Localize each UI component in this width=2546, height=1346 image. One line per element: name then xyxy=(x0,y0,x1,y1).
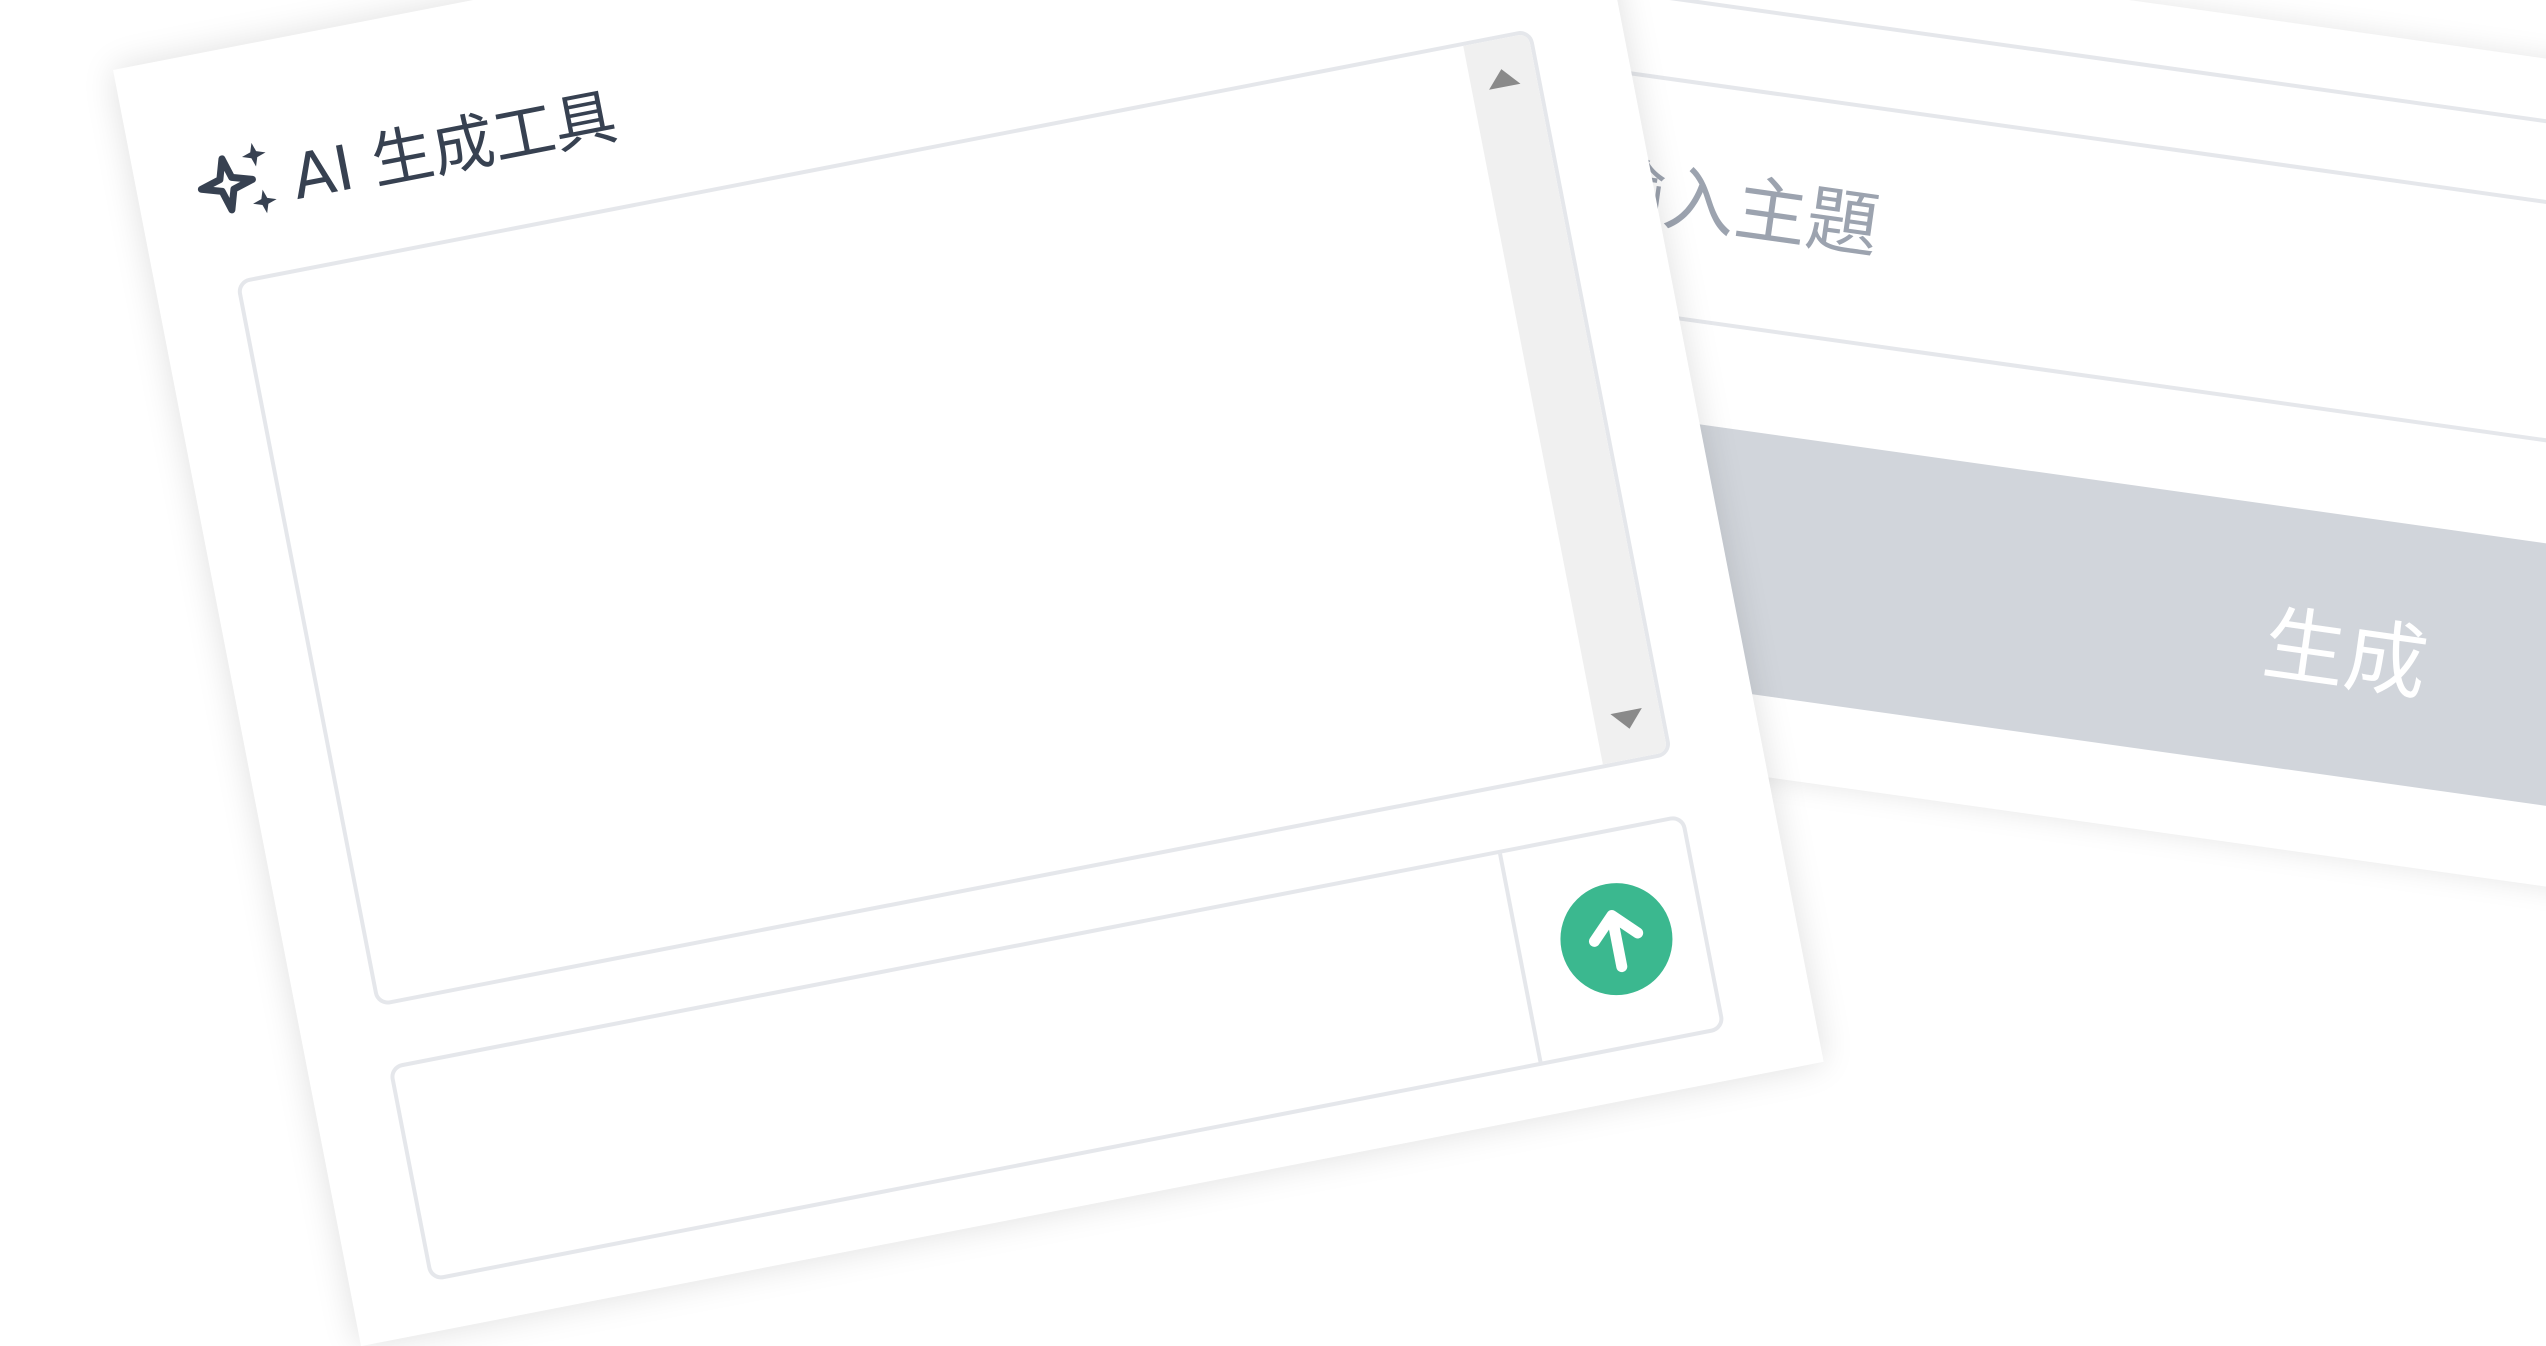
arrow-up-icon xyxy=(1551,873,1682,1004)
triangle-up-icon[interactable] xyxy=(1485,66,1521,90)
card-header: AI 生成工具 xyxy=(190,71,622,231)
triangle-down-icon[interactable] xyxy=(1610,708,1646,732)
output-scrollbar[interactable] xyxy=(1463,33,1668,765)
ai-tool-card: AI 生成工具 xyxy=(113,0,1824,1346)
card-title: AI 生成工具 xyxy=(285,79,623,214)
sparkle-icon xyxy=(190,135,286,231)
send-button[interactable] xyxy=(1550,873,1683,1005)
